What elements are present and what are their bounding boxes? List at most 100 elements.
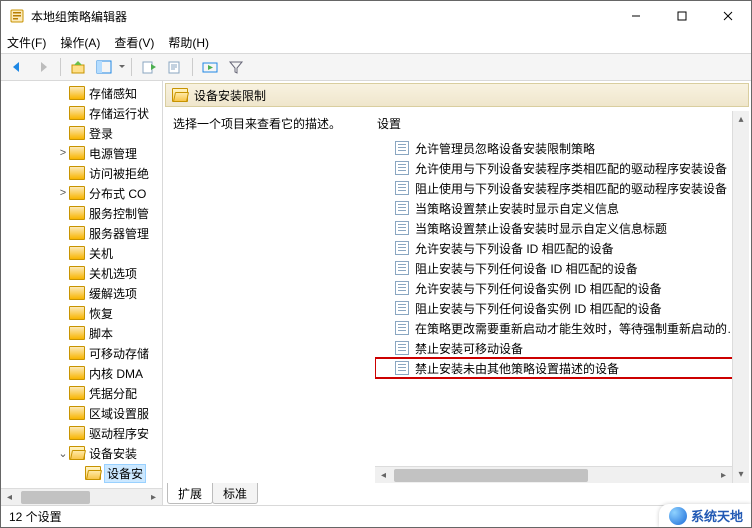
scroll-left-icon[interactable]: ◂ [375, 467, 392, 483]
settings-list[interactable]: 允许管理员忽略设备安装限制策略允许使用与下列设备安装程序类相匹配的驱动程序安装设… [375, 138, 749, 466]
tree-item[interactable]: 关机 [1, 243, 162, 263]
tree-item[interactable]: 设备安装 [1, 443, 162, 463]
folder-icon [69, 426, 85, 440]
properties-button[interactable] [163, 56, 187, 78]
scroll-track[interactable] [392, 467, 715, 483]
scroll-right-icon[interactable]: ▸ [145, 489, 162, 505]
back-button[interactable] [5, 56, 29, 78]
policy-icon [395, 161, 409, 175]
settings-item[interactable]: 禁止安装可移动设备 [375, 338, 749, 358]
tree-horizontal-scrollbar[interactable]: ◂ ▸ [1, 488, 162, 505]
settings-item-label: 允许管理员忽略设备安装限制策略 [415, 140, 595, 157]
export-button[interactable] [137, 56, 161, 78]
show-hide-tree-button[interactable] [92, 56, 116, 78]
chevron-right-icon[interactable] [57, 147, 69, 159]
menu-action[interactable]: 操作(A) [60, 34, 100, 51]
scroll-down-icon[interactable]: ▾ [733, 466, 749, 483]
scroll-thumb[interactable] [394, 469, 588, 482]
scroll-track[interactable] [18, 489, 145, 505]
policy-icon [395, 201, 409, 215]
settings-item[interactable]: 当策略设置禁止设备安装时显示自定义信息标题 [375, 218, 749, 238]
tree-item-label: 访问被拒绝 [89, 165, 149, 182]
settings-item[interactable]: 禁止安装未由其他策略设置描述的设备 [375, 358, 749, 378]
policy-icon [395, 181, 409, 195]
window-title: 本地组策略编辑器 [31, 8, 613, 25]
up-button[interactable] [66, 56, 90, 78]
chevron-down-icon[interactable] [57, 447, 69, 460]
tree-toggle-spacer [57, 387, 69, 399]
tree-scroll-area[interactable]: 存储感知存储运行状登录电源管理访问被拒绝分布式 CO服务控制管服务器管理关机关机… [1, 81, 162, 488]
tree-item[interactable]: 可移动存储 [1, 343, 162, 363]
tree-item[interactable]: 存储运行状 [1, 103, 162, 123]
settings-horizontal-scrollbar[interactable]: ◂ ▸ [375, 466, 732, 483]
tree-toggle-spacer [57, 367, 69, 379]
tab-standard[interactable]: 标准 [212, 483, 258, 504]
tree-item[interactable]: 区域设置服 [1, 403, 162, 423]
settings-item[interactable]: 阻止安装与下列任何设备 ID 相匹配的设备 [375, 258, 749, 278]
tree-item[interactable]: 驱动程序安 [1, 423, 162, 443]
scroll-left-icon[interactable]: ◂ [1, 489, 18, 505]
scroll-thumb[interactable] [21, 491, 91, 504]
settings-item-label: 当策略设置禁止安装时显示自定义信息 [415, 200, 619, 217]
menu-file[interactable]: 文件(F) [7, 34, 46, 51]
preview-button[interactable] [198, 56, 222, 78]
settings-item[interactable]: 允许使用与下列设备安装程序类相匹配的驱动程序安装设备 [375, 158, 749, 178]
tree-item[interactable]: 凭据分配 [1, 383, 162, 403]
settings-item-label: 允许使用与下列设备安装程序类相匹配的驱动程序安装设备 [415, 160, 727, 177]
settings-item[interactable]: 当策略设置禁止安装时显示自定义信息 [375, 198, 749, 218]
folder-icon [69, 206, 85, 220]
tree-toggle-spacer [57, 307, 69, 319]
maximize-button[interactable] [659, 1, 705, 31]
chevron-right-icon[interactable] [57, 187, 69, 199]
tree-item[interactable]: 恢复 [1, 303, 162, 323]
folder-icon [85, 466, 101, 480]
settings-item[interactable]: 允许管理员忽略设备安装限制策略 [375, 138, 749, 158]
settings-item[interactable]: 阻止使用与下列设备安装程序类相匹配的驱动程序安装设备 [375, 178, 749, 198]
settings-item[interactable]: 阻止安装与下列任何设备实例 ID 相匹配的设备 [375, 298, 749, 318]
menu-view[interactable]: 查看(V) [114, 34, 154, 51]
details-header-title: 设备安装限制 [194, 87, 266, 104]
minimize-button[interactable] [613, 1, 659, 31]
main-body: 存储感知存储运行状登录电源管理访问被拒绝分布式 CO服务控制管服务器管理关机关机… [1, 81, 751, 505]
settings-item-label: 阻止安装与下列任何设备 ID 相匹配的设备 [415, 260, 638, 277]
tree-item[interactable]: 内核 DMA [1, 363, 162, 383]
status-bar: 12 个设置 [1, 505, 751, 527]
settings-column: 设置 允许管理员忽略设备安装限制策略允许使用与下列设备安装程序类相匹配的驱动程序… [375, 111, 749, 483]
tree-item[interactable]: 关机选项 [1, 263, 162, 283]
folder-icon [69, 306, 85, 320]
tree-item[interactable]: 登录 [1, 123, 162, 143]
tree-item[interactable]: 缓解选项 [1, 283, 162, 303]
settings-vertical-scrollbar[interactable]: ▴ ▾ [732, 111, 749, 483]
settings-item[interactable]: 允许安装与下列任何设备实例 ID 相匹配的设备 [375, 278, 749, 298]
tree-item[interactable]: 服务控制管 [1, 203, 162, 223]
scroll-up-icon[interactable]: ▴ [733, 111, 749, 128]
close-button[interactable] [705, 1, 751, 31]
tree-item[interactable]: 服务器管理 [1, 223, 162, 243]
settings-item-label: 禁止安装未由其他策略设置描述的设备 [415, 360, 619, 377]
tree-item[interactable]: 脚本 [1, 323, 162, 343]
tree-item[interactable]: 设备安 [1, 463, 162, 483]
settings-item[interactable]: 允许安装与下列设备 ID 相匹配的设备 [375, 238, 749, 258]
tree-item[interactable]: 分布式 CO [1, 183, 162, 203]
toolbar [1, 53, 751, 81]
folder-icon [69, 366, 85, 380]
scroll-right-icon[interactable]: ▸ [715, 467, 732, 483]
filter-button[interactable] [224, 56, 248, 78]
tree-item[interactable]: 存储感知 [1, 83, 162, 103]
folder-icon [69, 86, 85, 100]
settings-column-header[interactable]: 设置 [375, 111, 749, 138]
tab-strip: 扩展 标准 [163, 483, 751, 505]
tree-toggle-spacer [73, 467, 85, 479]
scroll-track[interactable] [733, 128, 749, 466]
tree-item[interactable]: 电源管理 [1, 143, 162, 163]
settings-item[interactable]: 在策略更改需要重新启动才能生效时，等待强制重新启动的… [375, 318, 749, 338]
forward-button[interactable] [31, 56, 55, 78]
tree-toggle-spacer [57, 327, 69, 339]
tree-item[interactable]: 访问被拒绝 [1, 163, 162, 183]
watermark: 系统天地 [659, 504, 751, 527]
tab-extended[interactable]: 扩展 [167, 483, 213, 504]
folder-icon [69, 346, 85, 360]
toolbar-dropdown-icon[interactable] [118, 56, 126, 78]
globe-icon [669, 507, 687, 525]
menu-help[interactable]: 帮助(H) [168, 34, 209, 51]
